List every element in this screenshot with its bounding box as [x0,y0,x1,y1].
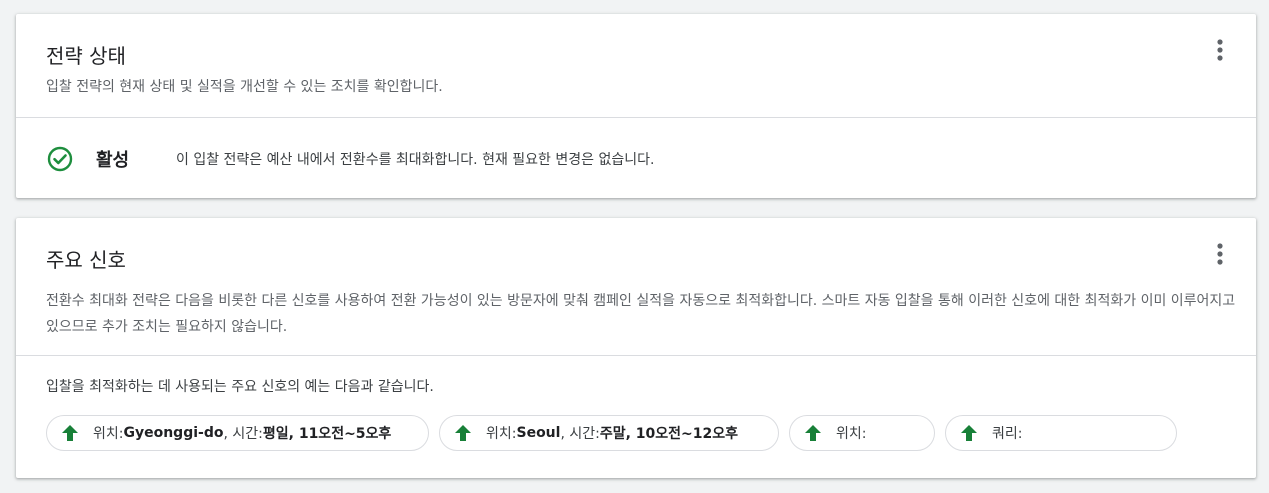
signal-time-value: 주말, 10오전~12오후 [599,426,739,442]
signal-location-key: 위치: [486,426,517,442]
signal-chip[interactable]: 쿼리: [945,415,1177,451]
more-options-button[interactable] [1204,238,1236,270]
signal-time-value: 평일, 11오전~5오후 [262,426,392,442]
divider [16,355,1256,356]
signal-location-value: Seoul [516,425,561,441]
divider [16,117,1256,118]
status-row: 활성 이 입찰 전략은 예산 내에서 전환수를 최대화합니다. 현재 필요한 변… [46,144,654,174]
signal-chip[interactable]: 위치: [789,415,935,451]
more-vert-icon [1217,243,1223,265]
signal-key: 쿼리: [992,426,1023,442]
card-description: 입찰 전략의 현재 상태 및 실적을 개선할 수 있는 조치를 확인합니다. [46,79,443,95]
signal-chip[interactable]: 위치: Seoul , 시간: 주말, 10오전~12오후 [439,415,779,451]
arrow-up-icon [960,424,978,442]
arrow-up-icon [61,424,79,442]
arrow-up-icon [454,424,472,442]
signal-location-key: 위치: [93,426,124,442]
signals-intro: 입찰을 최적화하는 데 사용되는 주요 신호의 예는 다음과 같습니다. [46,379,434,395]
card-title: 전략 상태 [46,44,126,68]
more-vert-icon [1217,39,1223,61]
signal-time-key: , 시간: [560,426,600,442]
check-circle-icon [46,145,74,173]
more-options-button[interactable] [1204,34,1236,66]
signal-chip[interactable]: 위치: Gyeonggi-do , 시간: 평일, 11오전~5오후 [46,415,429,451]
status-label: 활성 [96,150,130,171]
signal-chips: 위치: Gyeonggi-do , 시간: 평일, 11오전~5오후 위치: S… [46,415,1177,451]
arrow-up-icon [804,424,822,442]
strategy-status-card: 전략 상태 입찰 전략의 현재 상태 및 실적을 개선할 수 있는 조치를 확인… [16,14,1256,198]
signal-time-key: , 시간: [223,426,263,442]
signal-key: 위치: [836,426,867,442]
status-text: 이 입찰 전략은 예산 내에서 전환수를 최대화합니다. 현재 필요한 변경은 … [176,152,655,168]
card-title: 주요 신호 [46,248,126,272]
signal-location-value: Gyeonggi-do [123,425,224,441]
key-signals-card: 주요 신호 전환수 최대화 전략은 다음을 비롯한 다른 신호를 사용하여 전환… [16,218,1256,478]
card-description: 전환수 최대화 전략은 다음을 비롯한 다른 신호를 사용하여 전환 가능성이 … [46,293,1236,335]
